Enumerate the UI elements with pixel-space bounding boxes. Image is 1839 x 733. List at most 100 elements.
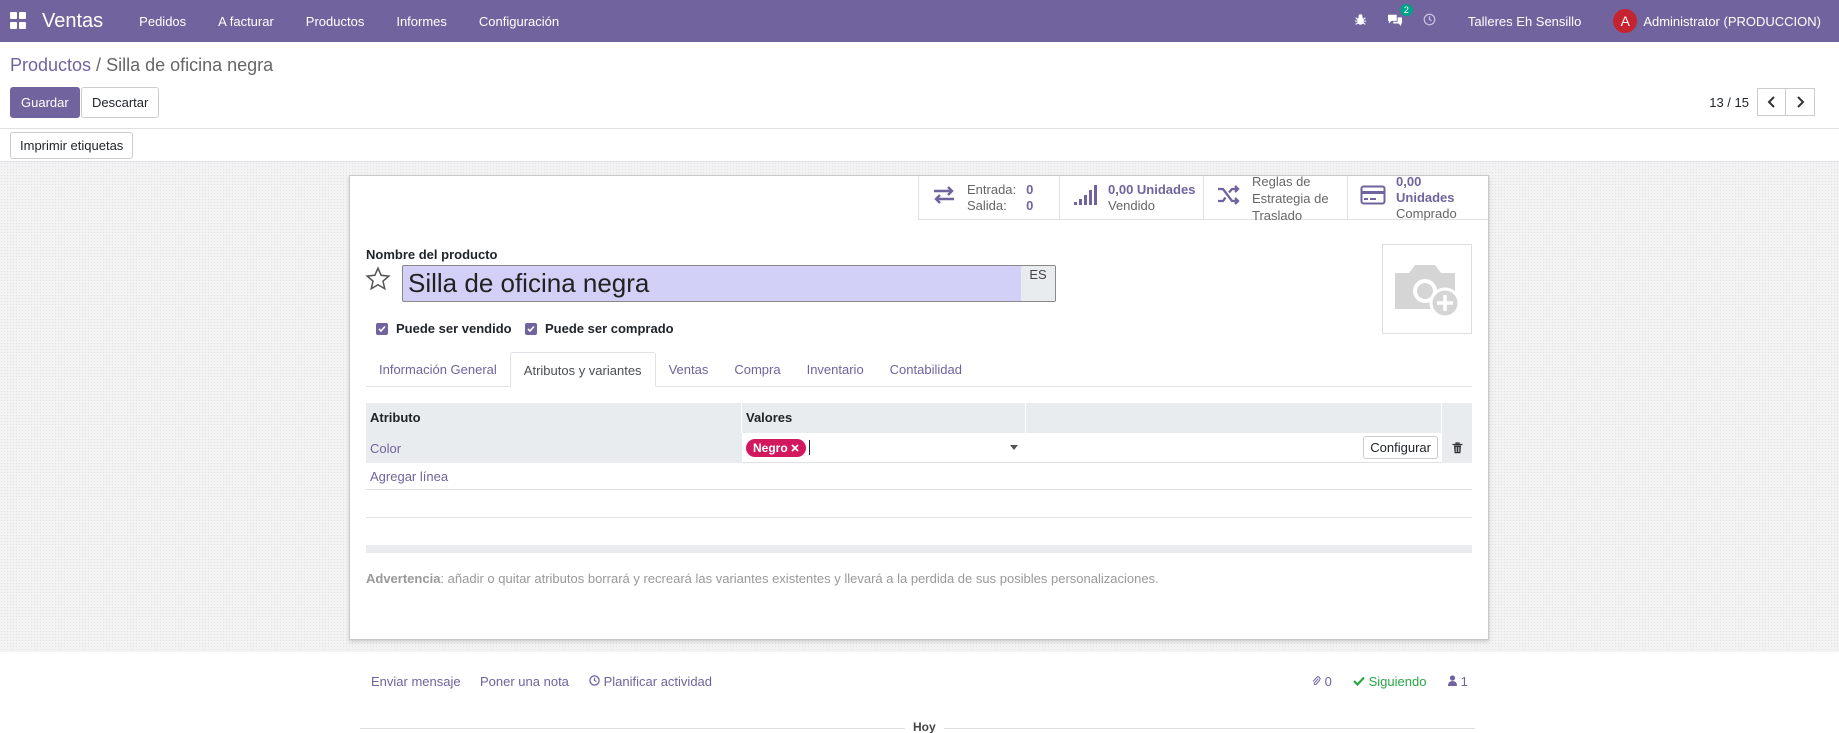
followers-button[interactable]: 1 (1448, 674, 1468, 689)
product-name-label: Nombre del producto (366, 247, 498, 262)
following-label: Siguiendo (1368, 674, 1427, 689)
product-name-input[interactable]: Silla de oficina negra ES (402, 265, 1056, 302)
tab-compra[interactable]: Compra (721, 352, 793, 386)
checkbox-checked-icon[interactable] (376, 322, 388, 335)
product-name-value: Silla de oficina negra (408, 268, 650, 298)
activity-clock-icon[interactable] (1423, 13, 1436, 29)
table-header: Atributo Valores (366, 403, 1472, 433)
breadcrumb-current: Silla de oficina negra (106, 55, 274, 75)
exchange-arrows-icon (931, 185, 957, 211)
routes-smart-button[interactable]: Reglas de Estrategia de Traslado (1203, 174, 1347, 223)
random-arrows-icon (1216, 185, 1242, 211)
sold-smart-button[interactable]: 0,00 Unidades Vendido (1059, 176, 1203, 220)
tag-remove-icon[interactable] (791, 441, 799, 455)
schedule-activity-label: Planificar actividad (603, 674, 713, 689)
pager-previous-button[interactable] (1757, 88, 1786, 116)
credit-card-icon (1360, 185, 1386, 211)
add-line-link[interactable]: Agregar línea (366, 463, 1472, 490)
form-statusbar: Imprimir etiquetas (0, 130, 1839, 162)
tab-inventario[interactable]: Inventario (794, 352, 877, 386)
moves-out-label: Salida: (967, 198, 1007, 213)
send-message-button[interactable]: Enviar mensaje (371, 674, 461, 689)
column-header-actions (1442, 403, 1472, 433)
column-header-atributo[interactable]: Atributo (366, 403, 742, 433)
warning-text: : añadir o quitar atributos borrará y re… (440, 571, 1159, 586)
avatar[interactable]: A (1613, 9, 1638, 33)
tab-ventas[interactable]: Ventas (656, 352, 722, 386)
chevron-left-icon (1767, 96, 1775, 108)
can-be-purchased-label: Puede ser comprado (545, 321, 674, 336)
product-image-upload[interactable] (1382, 244, 1472, 334)
variants-warning: Advertencia: añadir o quitar atributos b… (366, 571, 1159, 586)
checkbox-checked-icon[interactable] (525, 322, 537, 335)
paperclip-icon (1312, 676, 1321, 686)
discard-button[interactable]: Descartar (81, 87, 160, 118)
breadcrumb: Productos / Silla de oficina negra (10, 55, 273, 76)
save-button[interactable]: Guardar (10, 87, 80, 118)
menu-item-productos[interactable]: Productos (290, 14, 381, 29)
smart-button-box: Entrada: 0 Salida: 0 0,00 Unidades Vendido… (918, 174, 1488, 223)
schedule-activity-button[interactable]: Planificar actividad (589, 674, 712, 689)
menu-item-informes[interactable]: Informes (380, 14, 463, 29)
attribute-cell[interactable]: Color (366, 432, 742, 463)
clock-icon (589, 675, 600, 686)
configure-button[interactable]: Configurar (1363, 435, 1438, 459)
purchased-stat: 0,00 Unidades Comprado (1396, 174, 1482, 222)
print-labels-button[interactable]: Imprimir etiquetas (10, 132, 134, 159)
moves-out-value: 0 (1026, 198, 1034, 213)
user-icon (1448, 675, 1457, 686)
sold-stat: 0,00 Unidades Vendido (1108, 182, 1195, 214)
followers-count: 1 (1460, 674, 1468, 689)
purchased-value: 0,00 Unidades (1396, 174, 1455, 205)
pager-value[interactable]: 13 / 15 (1709, 95, 1749, 110)
column-header-empty (1026, 403, 1442, 433)
dropdown-arrow-icon[interactable] (1010, 444, 1018, 450)
menu-item-configuracion[interactable]: Configuración (463, 14, 575, 29)
sold-label: Vendido (1108, 198, 1155, 213)
warning-title: Advertencia (366, 571, 441, 586)
tab-contabilidad[interactable]: Contabilidad (877, 352, 975, 386)
chevron-right-icon (1797, 96, 1805, 108)
delete-row-button[interactable] (1442, 432, 1472, 463)
menu-item-a-facturar[interactable]: A facturar (202, 14, 290, 29)
moves-stat: Entrada: 0 Salida: 0 (967, 182, 1033, 214)
menu-item-pedidos[interactable]: Pedidos (123, 14, 202, 29)
purchased-smart-button[interactable]: 0,00 Unidades Comprado (1347, 174, 1488, 222)
check-icon (1353, 676, 1365, 687)
form-sheet: Entrada: 0 Salida: 0 0,00 Unidades Vendido… (349, 174, 1489, 640)
value-tag-label: Negro (753, 440, 788, 455)
notebook-tabs: Información General Atributos y variante… (366, 352, 1472, 387)
values-cell[interactable]: Negro Configurar (742, 433, 1442, 463)
user-menu[interactable]: Administrator (PRODUCCION) (1643, 14, 1821, 29)
bug-icon[interactable] (1354, 13, 1367, 29)
can-be-sold-checkbox[interactable]: Puede ser vendido (376, 321, 512, 336)
moves-smart-button[interactable]: Entrada: 0 Salida: 0 (918, 176, 1059, 220)
following-button[interactable]: Siguiendo (1353, 674, 1426, 689)
apps-menu-icon[interactable] (10, 12, 28, 30)
messages-icon[interactable]: 2 (1387, 3, 1413, 30)
app-brand[interactable]: Ventas (42, 10, 103, 33)
pager-next-button[interactable] (1786, 88, 1815, 116)
can-be-purchased-checkbox[interactable]: Puede ser comprado (525, 321, 674, 336)
attributes-table: Atributo Valores Color Negro Configurar … (366, 403, 1472, 553)
attachments-button[interactable]: 0 (1311, 674, 1332, 689)
table-row[interactable]: Color Negro Configurar (366, 432, 1472, 463)
tab-atributos-y-variantes[interactable]: Atributos y variantes (509, 352, 656, 387)
column-header-valores[interactable]: Valores (742, 403, 1026, 433)
tab-informacion-general[interactable]: Información General (366, 352, 510, 386)
table-empty-row (366, 490, 1472, 518)
breadcrumb-productos[interactable]: Productos (10, 55, 91, 75)
chatter: Enviar mensaje Poner una nota Planificar… (0, 652, 1839, 733)
log-note-button[interactable]: Poner una nota (480, 674, 569, 689)
routes-label: Reglas de Estrategia de Traslado (1252, 173, 1329, 223)
company-switcher[interactable]: Talleres Eh Sensillo (1468, 14, 1581, 29)
favorite-star-icon[interactable] (365, 266, 391, 295)
messages-badge: 2 (1399, 3, 1413, 16)
trash-icon (1452, 441, 1462, 453)
value-tag: Negro (746, 438, 807, 457)
translate-button[interactable]: ES (1021, 266, 1055, 301)
control-panel: Productos / Silla de oficina negra Guard… (0, 42, 1839, 129)
pager: 13 / 15 (1709, 88, 1815, 116)
sold-value: 0,00 Unidades (1108, 182, 1196, 197)
top-navbar: Ventas Pedidos A facturar Productos Info… (0, 0, 1839, 42)
